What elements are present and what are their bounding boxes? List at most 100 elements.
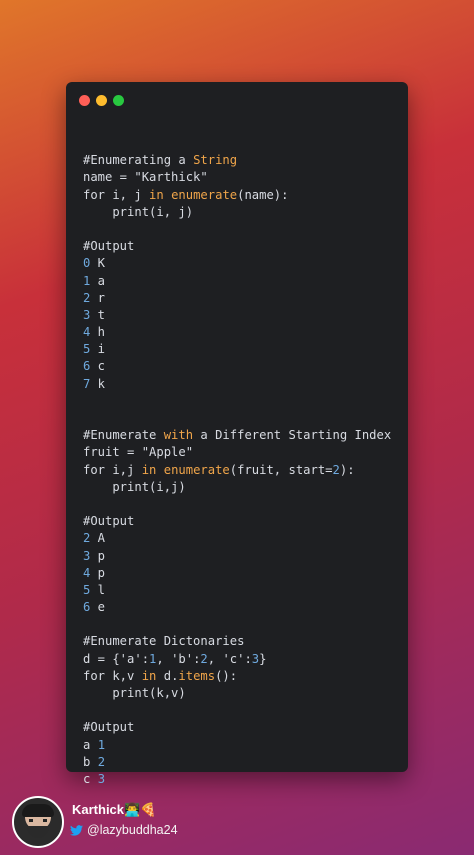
minimize-dot-icon[interactable] [96,95,107,106]
code-token: i [90,342,106,357]
code-token: 2 [97,754,106,769]
code-token: } [259,651,267,666]
code-token: (name): [237,187,289,202]
code-token: for k,v [83,668,142,683]
avatar [12,796,64,848]
code-line: print(i,j) [83,479,400,496]
author-footer: Karthick👨‍💻🍕 @lazybuddha24 [12,796,452,848]
code-token: t [90,307,106,322]
code-line: 4 h [83,324,400,341]
code-token: ): [339,462,355,477]
code-line: 3 t [83,307,400,324]
code-line: #Output [83,513,400,530]
code-token: d = {'a': [83,651,150,666]
code-token: 2 [332,462,340,477]
code-token: name = "Karthick" [83,170,208,185]
code-token: c [83,771,98,786]
code-line: name = "Karthick" [83,169,400,186]
window-controls [79,95,124,106]
code-window: #Enumerating a String name = "Karthick" fo… [66,82,408,786]
code-token: print(i,j) [83,479,186,494]
code-line: 6 c [83,358,400,375]
twitter-handle[interactable]: @lazybuddha24 [87,823,178,837]
code-line: fruit = "Apple" [83,444,400,461]
twitter-icon [70,824,83,836]
code-line: 2 A [83,530,400,547]
code-token: c [90,359,106,374]
code-token: (fruit, start= [229,462,333,477]
code-token: b [83,754,98,769]
code-line: 0 K [83,255,400,272]
code-token: k [90,376,106,391]
code-token: , 'c': [207,651,252,666]
code-line: 4 p [83,565,400,582]
code-token: items [178,668,216,683]
code-token: r [90,290,106,305]
code-line: #Enumerate with a Different Starting Ind… [83,427,400,444]
code-token: 2 [200,651,208,666]
code-token: d. [156,668,179,683]
code-token: with [163,428,194,443]
code-token: p [90,565,106,580]
code-token: K [90,256,106,271]
code-line: 3 p [83,548,400,565]
code-token: 1 [97,737,106,752]
code-token: #Enumerating a [83,153,194,168]
code-token: #Output [83,514,135,529]
handle-row[interactable]: @lazybuddha24 [70,823,178,837]
code-token: p [90,548,106,563]
code-token: #Enumerate Dictonaries [83,634,245,649]
code-line: 6 e [83,599,400,616]
code-line: a 1 [83,737,400,754]
code-token: in [141,462,157,477]
code-line: 5 l [83,582,400,599]
code-line: print(k,v) [83,685,400,702]
code-token: print(k,v) [83,686,186,700]
code-token: a Different Starting Index [193,428,392,443]
code-line: 7 k [83,376,400,393]
code-line: 2 r [83,290,400,307]
code-token: #Output [83,720,135,735]
code-token: a [90,273,106,288]
code-block: #Enumerating a String name = "Karthick" fo… [83,135,400,788]
code-token: A [90,531,106,546]
code-token: , 'b': [156,651,201,666]
code-line: 1 a [83,273,400,290]
code-token: 3 [97,771,106,786]
code-token: a [83,737,98,752]
code-token: in [141,668,157,683]
code-line: b 2 [83,754,400,771]
code-token: for i, j [83,187,150,202]
code-token: e [90,600,106,615]
code-line: print(i, j) [83,204,400,221]
code-token: h [90,325,106,340]
code-token: enumerate [163,462,230,477]
code-line: #Output [83,238,400,255]
code-line: for i, j in enumerate(name): [83,187,400,204]
code-token: String [193,153,238,168]
code-line: for k,v in d.items(): [83,668,400,685]
author-name: Karthick👨‍💻🍕 [72,802,157,817]
code-token: (): [215,668,238,683]
code-token: #Enumerate [83,428,164,443]
code-token: print(i, j) [83,204,194,219]
maximize-dot-icon[interactable] [113,95,124,106]
code-token: #Output [83,239,135,254]
code-line: for i,j in enumerate(fruit, start=2): [83,462,400,479]
code-line: #Enumerating a String [83,152,400,169]
code-token: enumerate [171,187,238,202]
code-line: #Enumerate Dictonaries [83,633,400,650]
code-token: l [90,582,106,597]
close-dot-icon[interactable] [79,95,90,106]
code-line: c 3 [83,771,400,788]
code-token: in [149,187,164,202]
code-line: d = {'a':1, 'b':2, 'c':3} [83,651,400,668]
